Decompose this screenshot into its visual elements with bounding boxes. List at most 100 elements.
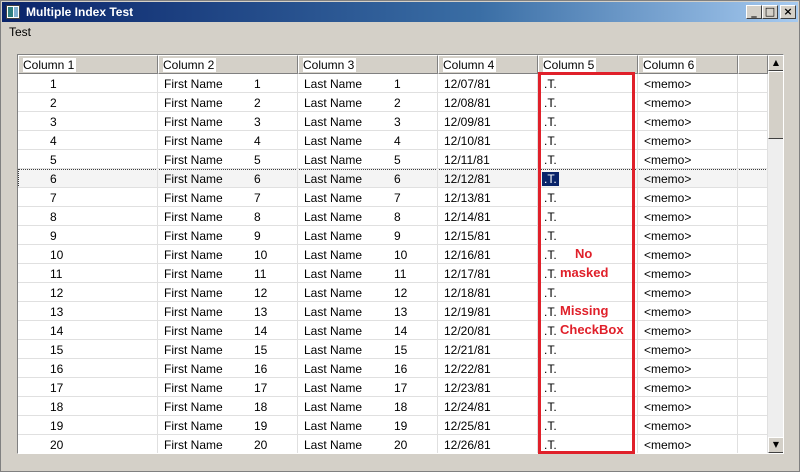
cell-column-6[interactable]: <memo>: [638, 397, 738, 416]
cell-column-3[interactable]: Last Name 19: [298, 416, 438, 435]
cell-column-3[interactable]: Last Name 12: [298, 283, 438, 302]
cell-column-2[interactable]: First Name 20: [158, 435, 298, 453]
table-row[interactable]: 15 First Name 15 Last Name 15 12/21/81 .T. <mem…: [18, 340, 768, 359]
column-header-1[interactable]: Column 1: [18, 55, 158, 74]
cell-column-4[interactable]: 12/26/81: [438, 435, 538, 453]
cell-column-2[interactable]: First Name 5: [158, 150, 298, 169]
table-row[interactable]: 6 First Name 6 Last Name 6 12/12/81 .T. <memo>: [18, 169, 768, 188]
cell-column-1[interactable]: 4: [18, 131, 158, 150]
table-row[interactable]: 2 First Name 2 Last Name 2 12/08/81 .T. <memo>: [18, 93, 768, 112]
cell-column-4[interactable]: 12/18/81: [438, 283, 538, 302]
cell-column-4[interactable]: 12/17/81: [438, 264, 538, 283]
cell-column-2[interactable]: First Name 18: [158, 397, 298, 416]
cell-column-1[interactable]: 11: [18, 264, 158, 283]
table-row[interactable]: 1 First Name 1 Last Name 1 12/07/81 .T. <memo>: [18, 74, 768, 93]
cell-column-4[interactable]: 12/11/81: [438, 150, 538, 169]
cell-column-1[interactable]: 12: [18, 283, 158, 302]
cell-column-6[interactable]: <memo>: [638, 435, 738, 453]
cell-column-4[interactable]: 12/09/81: [438, 112, 538, 131]
cell-column-3[interactable]: Last Name 11: [298, 264, 438, 283]
cell-column-6[interactable]: <memo>: [638, 245, 738, 264]
cell-column-3[interactable]: Last Name 3: [298, 112, 438, 131]
column-header-3[interactable]: Column 3: [298, 55, 438, 74]
cell-column-2[interactable]: First Name 16: [158, 359, 298, 378]
table-row[interactable]: 14 First Name 14 Last Name 14 12/20/81 .T. <mem…: [18, 321, 768, 340]
cell-column-3[interactable]: Last Name 18: [298, 397, 438, 416]
cell-column-4[interactable]: 12/12/81: [438, 169, 538, 188]
cell-column-6[interactable]: <memo>: [638, 207, 738, 226]
cell-column-4[interactable]: 12/20/81: [438, 321, 538, 340]
minimize-button[interactable]: _: [746, 5, 762, 19]
cell-column-3[interactable]: Last Name 10: [298, 245, 438, 264]
cell-column-1[interactable]: 8: [18, 207, 158, 226]
cell-column-2[interactable]: First Name 19: [158, 416, 298, 435]
cell-column-2[interactable]: First Name 12: [158, 283, 298, 302]
cell-column-3[interactable]: Last Name 20: [298, 435, 438, 453]
cell-column-3[interactable]: Last Name 2: [298, 93, 438, 112]
cell-column-6[interactable]: <memo>: [638, 340, 738, 359]
cell-column-1[interactable]: 6: [18, 169, 158, 188]
cell-column-4[interactable]: 12/14/81: [438, 207, 538, 226]
cell-column-3[interactable]: Last Name 8: [298, 207, 438, 226]
cell-column-3[interactable]: Last Name 9: [298, 226, 438, 245]
column-header-4[interactable]: Column 4: [438, 55, 538, 74]
cell-column-6[interactable]: <memo>: [638, 302, 738, 321]
cell-column-4[interactable]: 12/24/81: [438, 397, 538, 416]
cell-column-1[interactable]: 16: [18, 359, 158, 378]
cell-column-2[interactable]: First Name 7: [158, 188, 298, 207]
cell-column-3[interactable]: Last Name 17: [298, 378, 438, 397]
cell-column-6[interactable]: <memo>: [638, 150, 738, 169]
cell-column-4[interactable]: 12/15/81: [438, 226, 538, 245]
cell-column-2[interactable]: First Name 2: [158, 93, 298, 112]
table-row[interactable]: 11 First Name 11 Last Name 11 12/17/81 .T. <mem…: [18, 264, 768, 283]
table-row[interactable]: 18 First Name 18 Last Name 18 12/24/81 .T. <mem…: [18, 397, 768, 416]
cell-column-6[interactable]: <memo>: [638, 359, 738, 378]
cell-column-4[interactable]: 12/22/81: [438, 359, 538, 378]
cell-column-1[interactable]: 1: [18, 74, 158, 93]
cell-column-1[interactable]: 19: [18, 416, 158, 435]
close-button[interactable]: ×: [780, 5, 796, 19]
cell-column-3[interactable]: Last Name 14: [298, 321, 438, 340]
cell-column-6[interactable]: <memo>: [638, 74, 738, 93]
table-row[interactable]: 8 First Name 8 Last Name 8 12/14/81 .T. <memo>: [18, 207, 768, 226]
cell-column-4[interactable]: 12/23/81: [438, 378, 538, 397]
cell-column-4[interactable]: 12/21/81: [438, 340, 538, 359]
table-row[interactable]: 13 First Name 13 Last Name 13 12/19/81 .T. <mem…: [18, 302, 768, 321]
cell-column-3[interactable]: Last Name 4: [298, 131, 438, 150]
cell-column-1[interactable]: 3: [18, 112, 158, 131]
cell-column-2[interactable]: First Name 4: [158, 131, 298, 150]
table-row[interactable]: 9 First Name 9 Last Name 9 12/15/81 .T. <memo>: [18, 226, 768, 245]
cell-column-4[interactable]: 12/16/81: [438, 245, 538, 264]
scroll-thumb[interactable]: [768, 71, 783, 139]
cell-column-1[interactable]: 9: [18, 226, 158, 245]
scroll-down-button[interactable]: ▼: [768, 437, 783, 453]
cell-column-1[interactable]: 18: [18, 397, 158, 416]
table-row[interactable]: 7 First Name 7 Last Name 7 12/13/81 .T. <memo>: [18, 188, 768, 207]
cell-column-2[interactable]: First Name 13: [158, 302, 298, 321]
cell-column-2[interactable]: First Name 17: [158, 378, 298, 397]
cell-column-2[interactable]: First Name 11: [158, 264, 298, 283]
cell-column-1[interactable]: 2: [18, 93, 158, 112]
table-row[interactable]: 16 First Name 16 Last Name 16 12/22/81 .T. <mem…: [18, 359, 768, 378]
vertical-scrollbar[interactable]: ▲ ▼: [768, 55, 783, 453]
scroll-up-button[interactable]: ▲: [768, 55, 783, 71]
cell-column-2[interactable]: First Name 3: [158, 112, 298, 131]
cell-column-2[interactable]: First Name 9: [158, 226, 298, 245]
cell-column-1[interactable]: 7: [18, 188, 158, 207]
table-row[interactable]: 10 First Name 10 Last Name 10 12/16/81 .T. <mem…: [18, 245, 768, 264]
cell-column-3[interactable]: Last Name 5: [298, 150, 438, 169]
cell-column-6[interactable]: <memo>: [638, 112, 738, 131]
maximize-button[interactable]: □: [762, 5, 778, 19]
table-row[interactable]: 4 First Name 4 Last Name 4 12/10/81 .T. <memo>: [18, 131, 768, 150]
table-row[interactable]: 12 First Name 12 Last Name 12 12/18/81 .T. <mem…: [18, 283, 768, 302]
cell-column-2[interactable]: First Name 8: [158, 207, 298, 226]
cell-column-6[interactable]: <memo>: [638, 131, 738, 150]
cell-column-6[interactable]: <memo>: [638, 93, 738, 112]
cell-column-6[interactable]: <memo>: [638, 321, 738, 340]
cell-column-1[interactable]: 10: [18, 245, 158, 264]
cell-column-4[interactable]: 12/07/81: [438, 74, 538, 93]
cell-column-2[interactable]: First Name 1: [158, 74, 298, 93]
cell-column-6[interactable]: <memo>: [638, 169, 738, 188]
cell-column-3[interactable]: Last Name 1: [298, 74, 438, 93]
table-row[interactable]: 19 First Name 19 Last Name 19 12/25/81 .T. <mem…: [18, 416, 768, 435]
